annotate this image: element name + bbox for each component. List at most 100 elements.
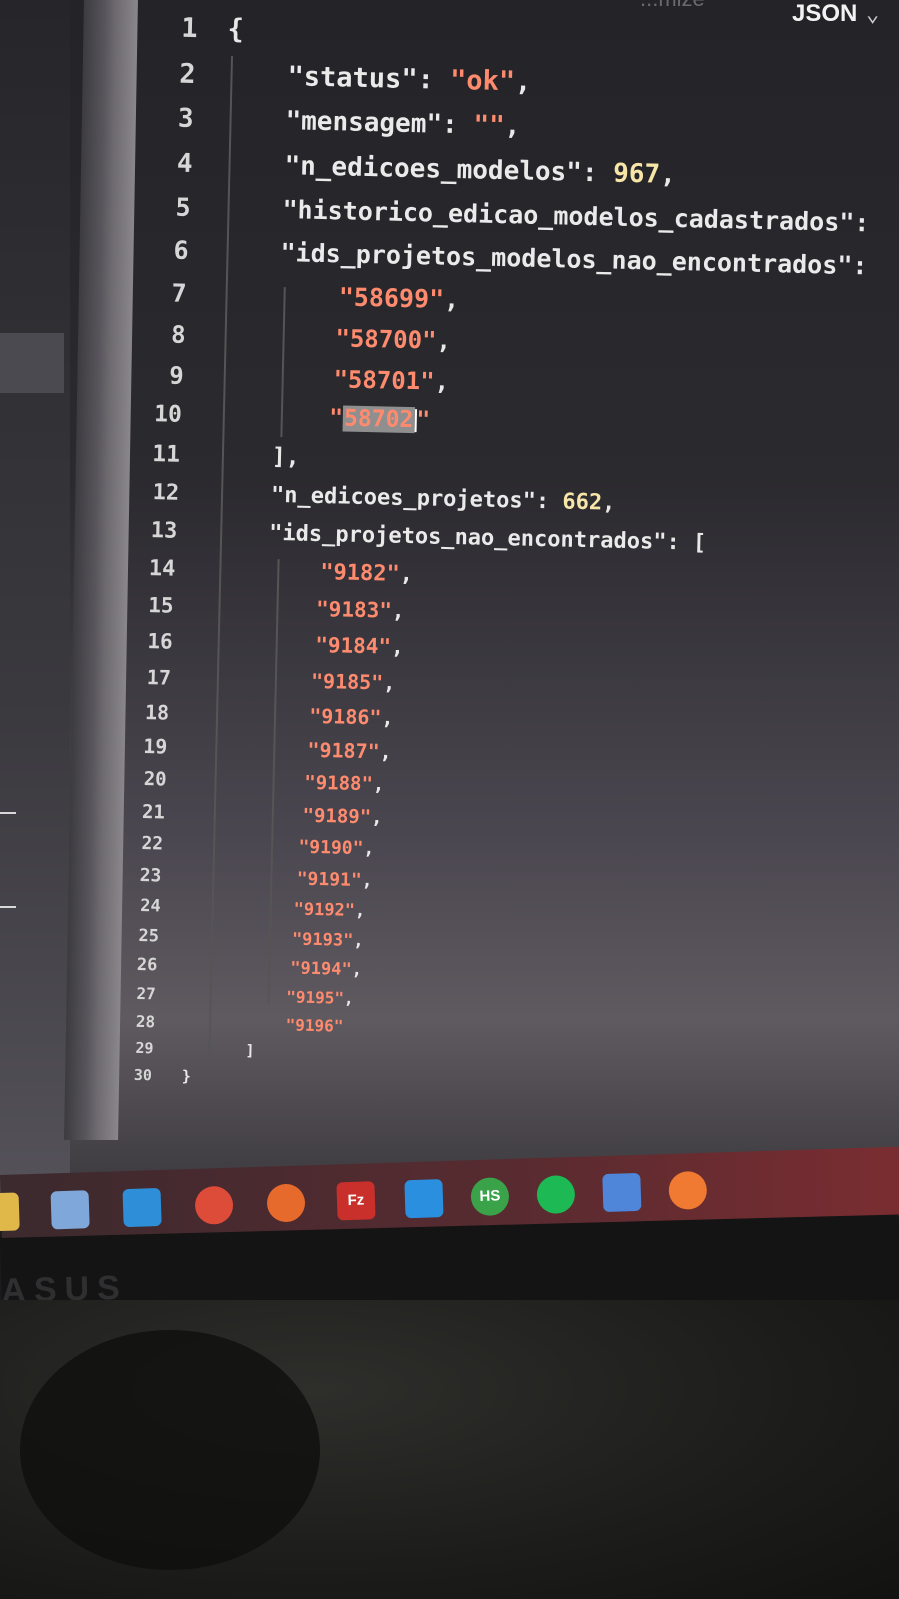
json-key: "ids_projetos_modelos_nao_encontrados": [280, 238, 853, 280]
json-punctuation: ,: [343, 988, 354, 1008]
code-text[interactable]: "status": "ok",: [287, 61, 531, 98]
json-punctuation: ,: [601, 490, 616, 516]
code-text[interactable]: "9184",: [264, 632, 404, 659]
filezilla-icon[interactable]: Fz: [336, 1181, 376, 1221]
postman-icon[interactable]: [668, 1170, 708, 1210]
code-text[interactable]: "58700",: [277, 323, 451, 355]
vscode-icon[interactable]: [404, 1179, 444, 1219]
code-text[interactable]: "9196": [246, 1014, 344, 1036]
code-text[interactable]: "9190",: [254, 835, 375, 860]
line-number: 22: [141, 833, 164, 855]
file-explorer-icon[interactable]: [0, 1192, 20, 1232]
line-number: 29: [135, 1038, 154, 1058]
chevron-down-icon[interactable]: ⌄: [866, 2, 879, 27]
json-key: "historico_edicao_modelos_cadastrados": [282, 195, 855, 238]
json-string: "9194": [249, 957, 352, 980]
json-string: "9196": [246, 1014, 344, 1036]
desk-shadow: [20, 1330, 320, 1570]
monitor-screen: ...mize JSON ⌄ 1{2"status": "ok",3"mensa…: [0, 0, 899, 1200]
json-punctuation: ,: [363, 838, 375, 860]
language-mode-label[interactable]: JSON: [792, 0, 857, 28]
json-string: "9191": [253, 867, 362, 892]
mail-icon[interactable]: [122, 1187, 162, 1228]
json-string: "9192": [252, 898, 356, 921]
json-key: "mensagem": [285, 106, 443, 140]
code-text[interactable]: "mensagem": "",: [285, 106, 520, 141]
taskbar-icon-label: HS: [479, 1187, 501, 1205]
line-number: 6: [173, 235, 189, 265]
line-number: 25: [138, 925, 160, 947]
json-punctuation: }: [181, 1066, 192, 1086]
json-punctuation: ,: [514, 66, 532, 98]
line-number: 13: [150, 518, 178, 544]
code-text[interactable]: "9185",: [263, 668, 396, 695]
json-string: "": [473, 110, 506, 142]
line-number: 4: [176, 148, 193, 180]
code-text[interactable]: "9195",: [247, 986, 354, 1008]
code-text[interactable]: "58701",: [275, 364, 449, 396]
json-punctuation: ,: [370, 806, 383, 829]
json-string: "9183": [265, 595, 393, 623]
json-string: "9190": [254, 835, 364, 860]
code-editor[interactable]: 1{2 "status": "ok", 3 "mensagem": "", 4 "n_ed…: [126, 12, 899, 1089]
code-text[interactable]: }: [182, 1067, 191, 1085]
notepad-icon[interactable]: [602, 1172, 642, 1213]
json-string: "9182": [267, 558, 401, 587]
line-number: 11: [151, 441, 181, 468]
line-number: 2: [178, 58, 196, 91]
json-string: "9193": [250, 928, 354, 951]
line-number: 5: [175, 192, 191, 222]
json-string: "58700": [277, 322, 437, 355]
json-string: "9184": [264, 631, 392, 659]
code-text[interactable]: "9188",: [258, 771, 385, 796]
code-text[interactable]: "9186",: [261, 703, 394, 730]
json-punctuation: ,: [381, 705, 394, 730]
json-punctuation: : [: [666, 529, 707, 556]
spotify-icon[interactable]: [536, 1174, 576, 1215]
code-text[interactable]: "9191",: [253, 867, 373, 892]
code-text[interactable]: {: [227, 14, 244, 45]
line-number: 14: [148, 556, 176, 582]
json-punctuation: ,: [443, 284, 460, 315]
json-punctuation: :: [441, 109, 474, 141]
json-punctuation: ,: [434, 367, 450, 396]
code-text[interactable]: "58702 ": [274, 404, 431, 433]
line-number: 20: [143, 768, 167, 791]
firefox-icon[interactable]: [266, 1183, 306, 1223]
json-punctuation: {: [227, 13, 245, 46]
line-number: 19: [142, 734, 168, 759]
line-number: 8: [170, 320, 187, 349]
selected-file-row[interactable]: [0, 333, 64, 393]
photo-of-monitor: ...mize JSON ⌄ 1{2"status": "ok",3"mensa…: [0, 0, 899, 1599]
code-text[interactable]: "9187",: [259, 737, 392, 764]
code-line[interactable]: 1{: [149, 12, 899, 67]
json-string: "9189": [256, 803, 372, 829]
code-text[interactable]: "9182",: [267, 559, 413, 587]
code-text[interactable]: "58699",: [278, 281, 459, 314]
chrome-icon[interactable]: [194, 1185, 234, 1225]
code-text[interactable]: "9194",: [249, 957, 362, 980]
json-string: "9186": [260, 702, 382, 730]
json-punctuation: :: [535, 488, 563, 515]
code-text[interactable]: "9192",: [252, 898, 365, 921]
code-text[interactable]: "9183",: [265, 596, 405, 623]
file-explorer-panel[interactable]: [0, 0, 70, 1200]
code-text[interactable]: "historico_edicao_modelos_cadastrados":: [282, 195, 870, 237]
code-text[interactable]: "9193",: [250, 928, 364, 951]
tree-item-stub: [0, 906, 16, 908]
json-punctuation: ,: [361, 870, 373, 892]
json-string: "9195": [247, 986, 345, 1008]
code-text[interactable]: "9189",: [257, 804, 383, 829]
code-text[interactable]: "n_edicoes_modelos": 967,: [284, 151, 676, 190]
json-punctuation: ,: [659, 159, 677, 190]
calendar-app-icon[interactable]: [50, 1190, 90, 1230]
line-number: 10: [153, 401, 183, 428]
heidisql-icon[interactable]: HS: [470, 1177, 510, 1217]
json-punctuation: ,: [390, 634, 405, 659]
line-number: 17: [146, 665, 172, 690]
code-text[interactable]: ],: [272, 444, 300, 471]
json-punctuation: ]: [245, 1041, 255, 1060]
code-text[interactable]: ]: [245, 1041, 254, 1059]
line-number: 16: [147, 629, 173, 654]
json-punctuation: :: [581, 157, 614, 189]
